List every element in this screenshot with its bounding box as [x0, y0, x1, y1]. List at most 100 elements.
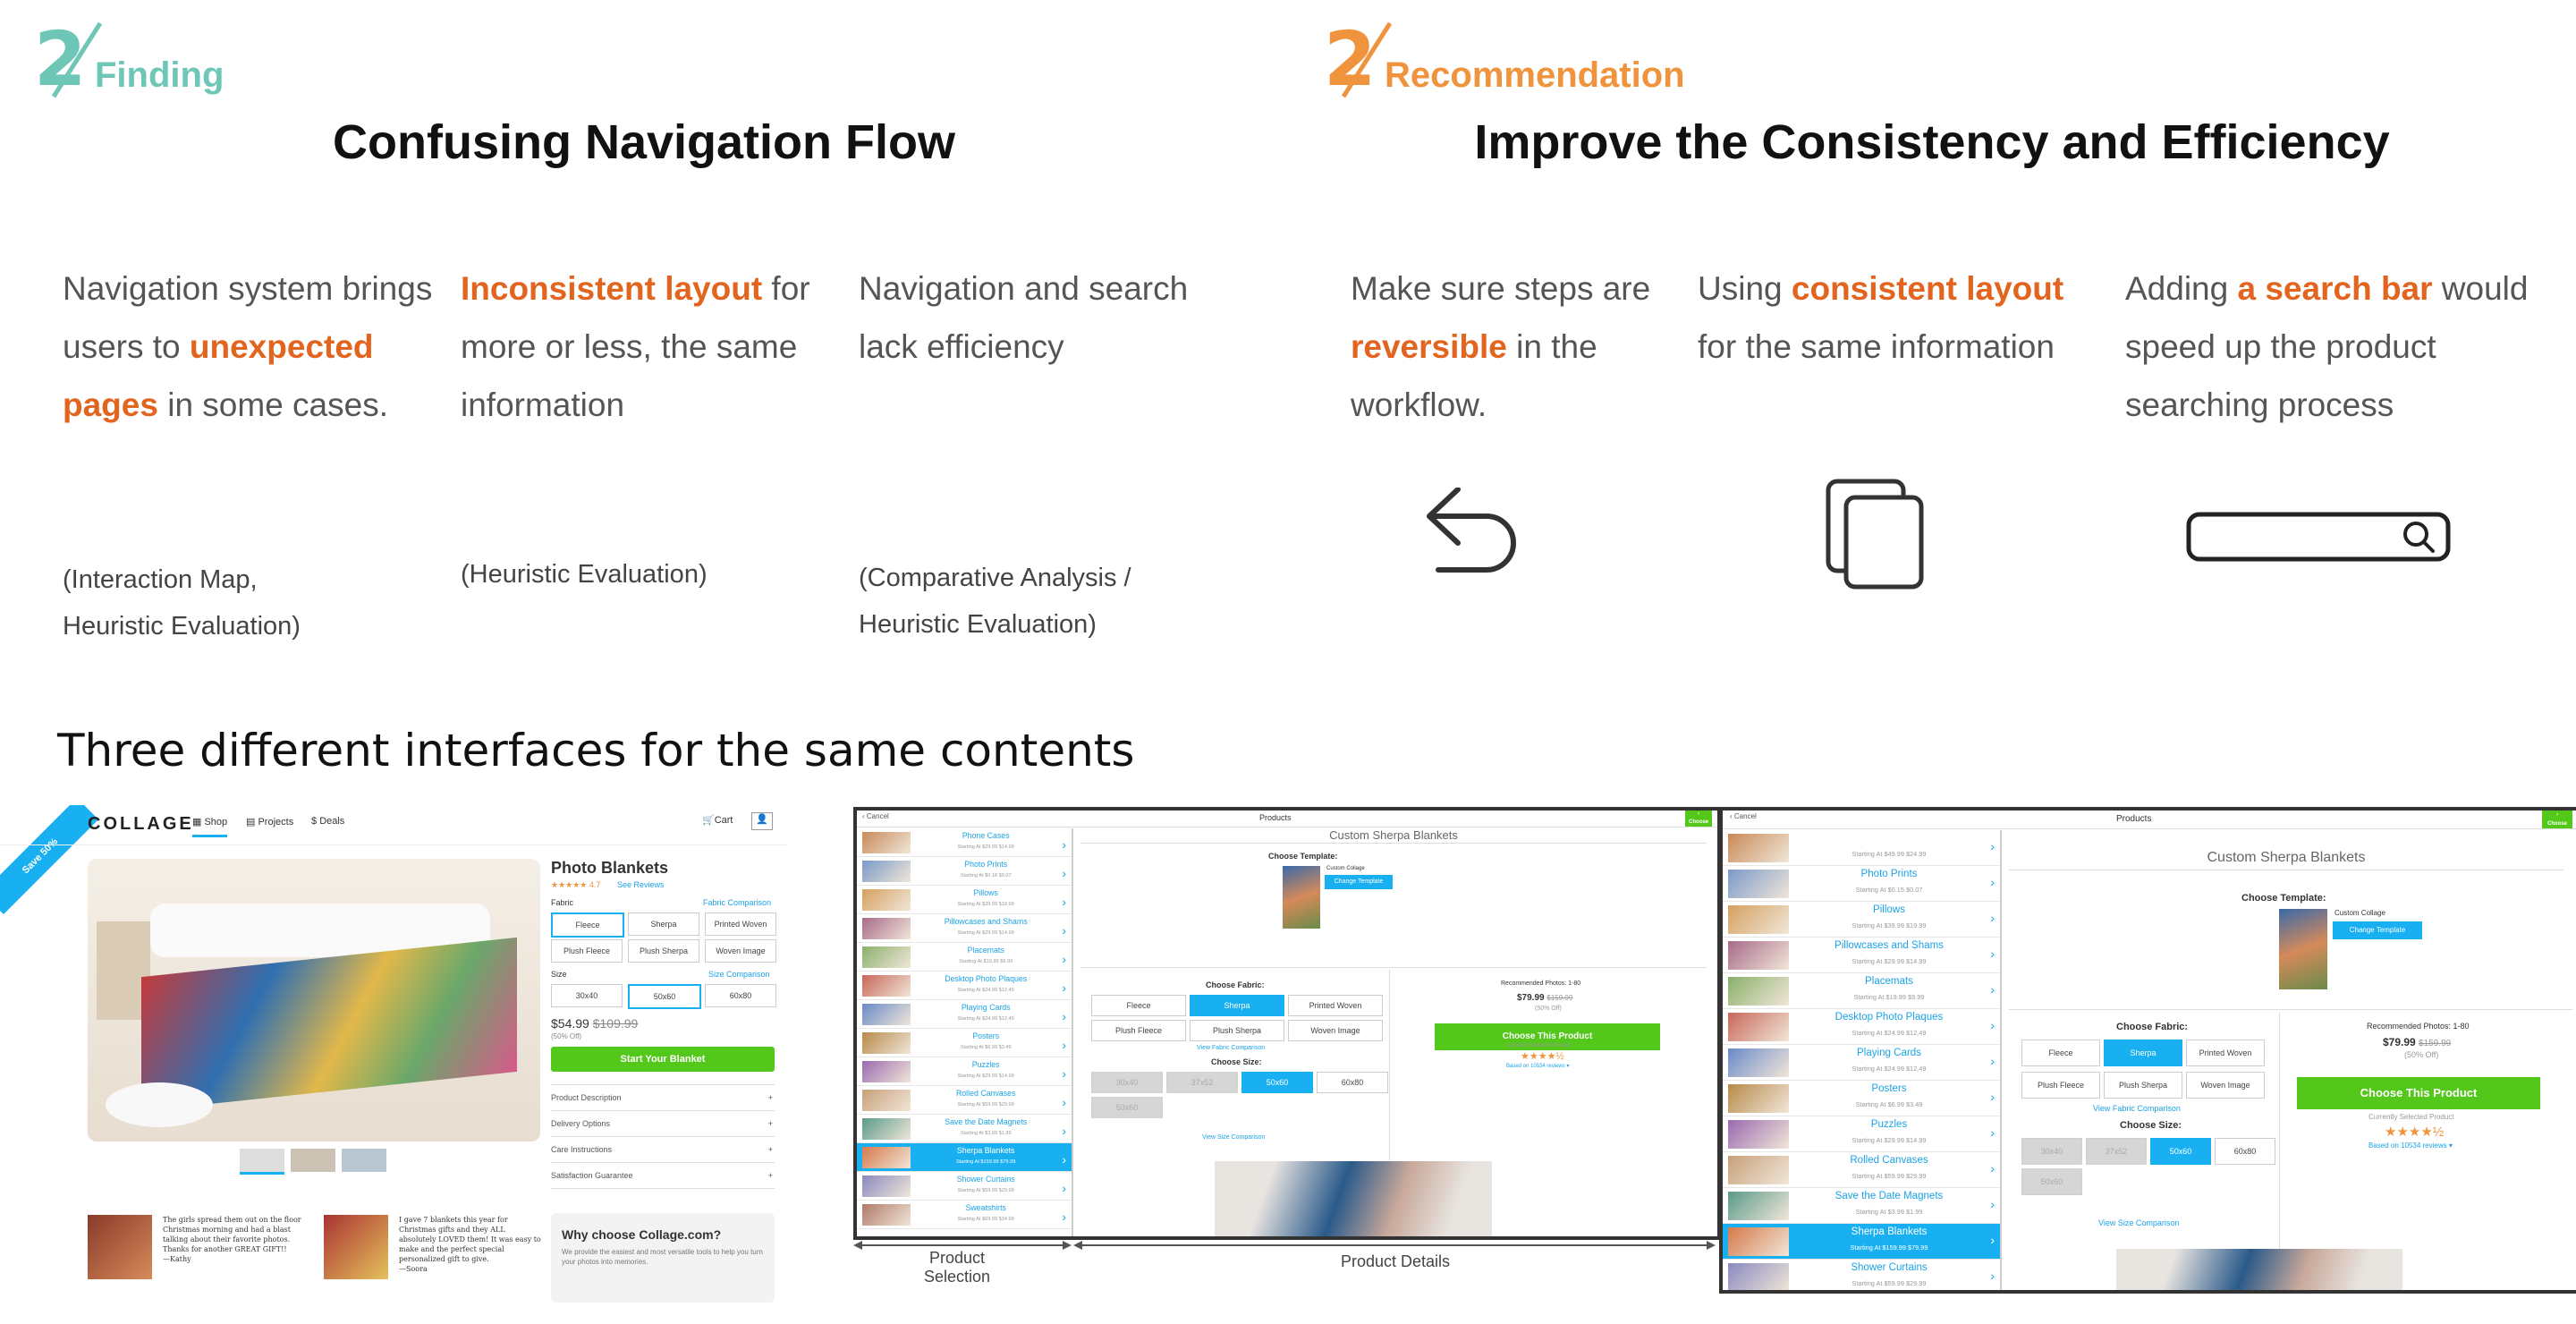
sidebar-item[interactable]: Desktop Photo Plaques Starting At $24.99 … [857, 972, 1072, 1000]
sidebar-item[interactable]: Posters Starting At $6.99 $3.49 › [1723, 1081, 2000, 1116]
sidebar-item[interactable]: Sweatshirts Starting At $69.99 $34.99 › [857, 1201, 1072, 1229]
fabric-sherpa[interactable]: Sherpa [1190, 995, 1284, 1016]
sidebar-item[interactable]: Sherpa Blankets Starting At $159.99 $79.9… [857, 1143, 1072, 1172]
start-blanket-button[interactable]: Start Your Blanket [551, 1047, 775, 1072]
sidebar-item[interactable]: Rolled Canvases Starting At $59.99 $29.99… [857, 1086, 1072, 1115]
sidebar-item[interactable]: Sherpa Blankets Starting At $159.99 $79.9… [1723, 1224, 2000, 1260]
size-37x52[interactable]: 37x52 [1166, 1072, 1238, 1093]
review-photo-2 [324, 1215, 388, 1279]
sidebar-item[interactable]: Pillows Starting At $39.99 $19.99 › [857, 886, 1072, 914]
sidebar-item[interactable]: Save the Date Magnets Starting At $3.99 $… [857, 1115, 1072, 1143]
accordion-product-description[interactable]: Product Description + [551, 1084, 775, 1110]
template-thumbnail[interactable] [1283, 866, 1320, 929]
size-30x40[interactable]: 30x40 [551, 984, 623, 1007]
accordion-satisfaction-guarantee[interactable]: Satisfaction Guarantee + [551, 1162, 775, 1189]
fabric-plush-fleece[interactable]: Plush Fleece [2021, 1072, 2100, 1099]
sidebar-item[interactable]: Placemats Starting At $19.99 $9.99 › [857, 943, 1072, 972]
change-template-button[interactable]: Change Template [1325, 875, 1393, 889]
sidebar-item[interactable]: Pillowcases and Shams Starting At $29.99 … [1723, 938, 2000, 973]
size-60x80[interactable]: 60x80 [1317, 1072, 1388, 1093]
sidebar-item[interactable]: Posters Starting At $6.99 $3.49 › [857, 1029, 1072, 1057]
cart-button[interactable]: 🛒Cart [702, 814, 733, 826]
fabric-fleece[interactable]: Fleece [2021, 1040, 2100, 1066]
nav-projects[interactable]: ▤ Projects [246, 816, 293, 828]
app-header-title: Products [2116, 814, 2152, 824]
thumbnail-2[interactable] [291, 1149, 335, 1172]
size-37x52[interactable]: 37x52 [2086, 1138, 2147, 1165]
fabric-woven-image[interactable]: Woven Image [1288, 1020, 1383, 1041]
sidebar-item[interactable]: Playing Cards Starting At $24.99 $12.49 › [1723, 1045, 2000, 1081]
finding-badge: 2 Finding [34, 20, 231, 100]
fabric-sherpa[interactable]: Sherpa [2104, 1040, 2182, 1066]
sidebar-item[interactable]: Photo Prints Starting At $0.15 $0.07 › [1723, 866, 2000, 902]
sidebar-item[interactable]: Puzzles Starting At $29.99 $14.99 › [857, 1057, 1072, 1086]
change-template-button[interactable]: Change Template [2333, 921, 2422, 939]
undo-arrow-icon [1427, 488, 1516, 573]
product-price: Starting At $29.99 $14.99 [957, 929, 1014, 936]
chevron-right-icon: › [1062, 1209, 1066, 1224]
account-icon[interactable]: 👤 [751, 812, 773, 830]
product-sidebar[interactable]: Starting At $49.99 $24.99 › Photo Prints St… [1723, 830, 2002, 1290]
fabric-comparison-link[interactable]: View Fabric Comparison [1197, 1045, 1265, 1051]
fabric-printed-woven[interactable]: Printed Woven [2186, 1040, 2265, 1066]
fabric-printed-woven[interactable]: Printed Woven [705, 912, 776, 936]
nav-deals[interactable]: $ Deals [311, 816, 344, 827]
product-price: Starting At $29.99 $14.99 [957, 844, 1014, 850]
sidebar-item[interactable]: Shower Curtains Starting At $59.99 $29.99… [857, 1172, 1072, 1201]
sidebar-item[interactable]: Desktop Photo Plaques Starting At $24.99 … [1723, 1009, 2000, 1045]
choose-product-button[interactable]: › Choose Product [1685, 811, 1712, 833]
sidebar-item[interactable]: Pillows Starting At $39.99 $19.99 › [1723, 902, 2000, 938]
size-comparison-link[interactable]: Size Comparison [708, 970, 770, 979]
fabric-plush-sherpa[interactable]: Plush Sherpa [628, 939, 699, 963]
product-sidebar[interactable]: Phone Cases Starting At $29.99 $14.99 › Pho… [857, 828, 1073, 1236]
fabric-printed-woven[interactable]: Printed Woven [1288, 995, 1383, 1016]
thumbnail-1[interactable] [240, 1149, 284, 1175]
fabric-comparison-link[interactable]: Fabric Comparison [703, 898, 771, 907]
nav-shop[interactable]: ▦ Shop [192, 816, 228, 837]
size-comparison-link[interactable]: View Size Comparison [1202, 1134, 1265, 1141]
size-60x80[interactable]: 60x80 [705, 984, 776, 1007]
size-comparison-link[interactable]: View Size Comparison [2098, 1218, 2179, 1227]
template-thumbnail[interactable] [2279, 909, 2327, 989]
sidebar-item[interactable]: Save the Date Magnets Starting At $3.99 $… [1723, 1188, 2000, 1224]
sidebar-item[interactable]: Playing Cards Starting At $24.99 $12.49 › [857, 1000, 1072, 1029]
cancel-button[interactable]: ‹ Cancel [862, 812, 889, 820]
fabric-plush-sherpa[interactable]: Plush Sherpa [2104, 1072, 2182, 1099]
sidebar-item[interactable]: Photo Prints Starting At $0.18 $0.07 › [857, 857, 1072, 886]
see-reviews-link[interactable]: See Reviews [617, 880, 665, 889]
size-option[interactable]: 50x60 [1091, 1097, 1163, 1118]
thumbnail-3[interactable] [342, 1149, 386, 1172]
size-30x40[interactable]: 30x40 [1091, 1072, 1163, 1093]
sidebar-item[interactable]: Placemats Starting At $19.99 $9.99 › [1723, 973, 2000, 1009]
size-30x40[interactable]: 30x40 [2021, 1138, 2082, 1165]
accordion-care-instructions[interactable]: Care Instructions + [551, 1136, 775, 1162]
sidebar-item[interactable]: Pillowcases and Shams Starting At $29.99 … [857, 914, 1072, 943]
fabric-woven-image[interactable]: Woven Image [705, 939, 776, 963]
size-50x60[interactable]: 50x60 [1241, 1072, 1313, 1093]
fabric-fleece[interactable]: Fleece [551, 912, 624, 938]
fabric-plush-fleece[interactable]: Plush Fleece [1091, 1020, 1186, 1041]
reviews-link[interactable]: Based on 10534 reviews ▾ [2368, 1142, 2453, 1150]
fabric-plush-fleece[interactable]: Plush Fleece [551, 939, 623, 963]
reviews-link[interactable]: Based on 10534 reviews ▾ [1506, 1063, 1569, 1069]
fabric-plush-sherpa[interactable]: Plush Sherpa [1190, 1020, 1284, 1041]
sidebar-item[interactable]: Shower Curtains Starting At $59.99 $29.99… [1723, 1260, 2000, 1290]
sidebar-item[interactable]: Rolled Canvases Starting At $59.99 $29.99… [1723, 1152, 2000, 1188]
product-name: Rolled Canvases [1850, 1155, 1928, 1166]
accordion-delivery-options[interactable]: Delivery Options + [551, 1110, 775, 1136]
size-60x80[interactable]: 60x80 [2215, 1138, 2275, 1165]
choose-this-product-button[interactable]: Choose This Product [2297, 1077, 2540, 1109]
cancel-button[interactable]: ‹ Cancel [1730, 812, 1757, 820]
logo[interactable]: COLLAGE [88, 814, 194, 835]
size-50x60[interactable]: 50x60 [628, 984, 701, 1009]
sidebar-item[interactable]: Starting At $49.99 $24.99 › [1723, 830, 2000, 866]
fabric-comparison-link[interactable]: View Fabric Comparison [2093, 1104, 2181, 1113]
fabric-sherpa[interactable]: Sherpa [628, 912, 699, 936]
sidebar-item[interactable]: Phone Cases Starting At $29.99 $14.99 › [857, 828, 1072, 857]
size-50x60[interactable]: 50x60 [2150, 1138, 2211, 1165]
choose-product-button[interactable]: › Choose Product [2542, 811, 2572, 836]
sidebar-item[interactable]: Puzzles Starting At $29.99 $14.99 › [1723, 1116, 2000, 1152]
fabric-woven-image[interactable]: Woven Image [2186, 1072, 2265, 1099]
fabric-fleece[interactable]: Fleece [1091, 995, 1186, 1016]
size-option[interactable]: 50x60 [2021, 1168, 2082, 1195]
